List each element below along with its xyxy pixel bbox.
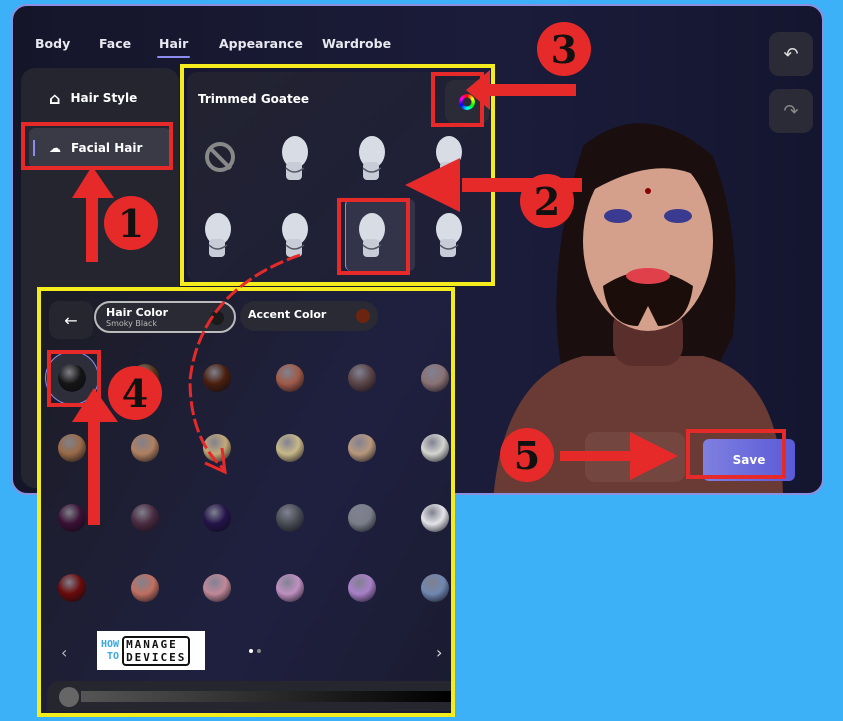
step-number-5: 5: [500, 428, 554, 482]
step-number-1: 1: [104, 196, 158, 250]
step-number-3: 3: [537, 22, 591, 76]
annotation-arrows: [72, 70, 678, 525]
step-number-4: 4: [108, 366, 162, 420]
step-number-2: 2: [520, 174, 574, 228]
